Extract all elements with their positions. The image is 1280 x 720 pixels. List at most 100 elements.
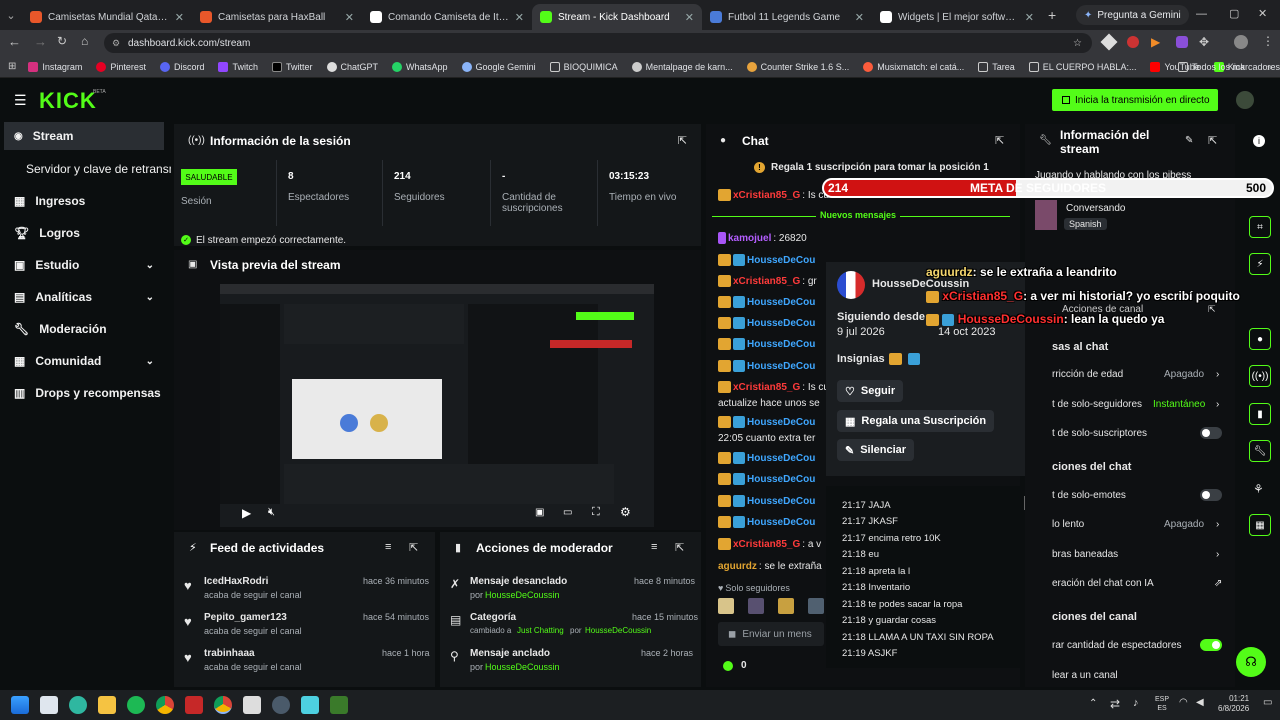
popout-icon[interactable]: ⇱ [995,134,1004,147]
tab-comando-italia[interactable]: Comando Camiseta de Italia | H✕ [362,4,532,30]
rail-button-screenshot[interactable]: ⌗ [1249,216,1271,238]
bookmark-instagram[interactable]: Instagram [28,61,82,72]
bookmark-bioquimica[interactable]: BIOQUIMICA [549,61,618,72]
kick-logo[interactable]: KICK [39,88,97,114]
rail-button-lightning[interactable]: ⚡︎ [1249,253,1271,275]
maximize-icon[interactable]: ▢ [1229,7,1239,20]
bookmark-whatsapp[interactable]: WhatsApp [392,61,448,72]
setting-host-channel[interactable]: lear a un canal [1052,666,1227,684]
apps-grid-icon[interactable]: ⊞ [8,61,16,72]
viewer-count-toggle[interactable] [1200,639,1222,651]
emote-icon[interactable] [718,598,734,614]
home-icon[interactable]: ⌂ [81,34,88,48]
edge-icon[interactable] [69,696,87,714]
play-icon[interactable]: ▶ [242,506,251,520]
file-explorer-icon[interactable] [98,696,116,714]
bookmark-counter-strike[interactable]: Counter Strike 1.6 S... [746,61,849,72]
subscribers-only-toggle[interactable] [1200,427,1222,439]
profile-avatar[interactable] [1234,35,1248,49]
bookmark-twitch[interactable]: Twitch [218,61,258,72]
theater-icon[interactable]: ▭ [563,507,572,518]
edit-icon[interactable]: ✎ [1185,135,1193,146]
clock[interactable]: 01:21 6/8/2026 [1218,694,1249,714]
popout-icon[interactable]: ⇱ [678,134,687,147]
emote-icon[interactable] [748,598,764,614]
extension-icon[interactable] [1176,36,1188,48]
setting-subscribers-only[interactable]: t de solo-suscriptores [1052,424,1227,442]
emote-icon[interactable] [778,598,794,614]
hamburger-menu-icon[interactable]: ☰ [14,92,27,109]
minecraft-icon[interactable] [330,696,348,714]
bookmark-musixmatch[interactable]: Musixmatch: el catá... [863,61,964,72]
stream-video[interactable]: ▶ 🔇︎ ▣ ▭ ⛶ ⚙ [220,284,654,527]
rail-button-chat[interactable]: ● [1249,328,1271,350]
tab-list-chevron-icon[interactable]: ⌄ [0,9,22,22]
close-icon[interactable]: ✕ [1025,11,1034,24]
bookmark-pinterest[interactable]: Pinterest [96,61,146,72]
bookmark-cuerpo-habla[interactable]: EL CUERPO HABLA:... [1028,61,1136,72]
volume-muted-icon[interactable]: 🔇︎ [268,506,275,519]
gift-sub-button[interactable]: ▦ Regala una Suscripción [837,410,995,432]
chrome-active-icon[interactable] [214,696,232,714]
rail-button-clipboard[interactable]: ▮ [1249,403,1271,425]
settings-gear-icon[interactable]: ⚙ [620,505,631,519]
close-window-icon[interactable]: ✕ [1258,7,1267,20]
setting-show-viewer-count[interactable]: rar cantidad de espectadores [1052,636,1227,654]
setting-emotes-only[interactable]: t de solo-emotes [1052,486,1227,504]
avatar[interactable] [837,271,865,299]
tray-sync-icon[interactable]: ⇄ [1110,697,1120,711]
pinned-message[interactable]: ! Regala 1 suscripción para tomar la pos… [754,162,989,173]
wifi-icon[interactable]: ◠ [1179,697,1188,708]
menu-dots-icon[interactable]: ⋮ [1262,34,1274,48]
tab-kick-dashboard[interactable]: Stream - Kick Dashboard ✕ [532,4,702,30]
chrome-icon[interactable] [156,696,174,714]
back-icon[interactable]: ← [8,34,21,49]
filter-icon[interactable]: ≡ [385,541,391,553]
mute-button[interactable]: ✎ Silenciar [837,439,915,461]
close-icon[interactable]: ✕ [855,11,864,24]
sidebar-item-ingresos[interactable]: ▦ Ingresos [4,187,164,215]
bookmark-star-icon[interactable]: ☆ [1073,38,1082,49]
pip-icon[interactable]: ▣ [535,507,544,518]
notification-icon[interactable]: ▭ [1263,697,1272,708]
help-button[interactable]: ☊ [1236,647,1266,677]
close-icon[interactable]: ✕ [515,11,524,24]
close-icon[interactable]: ✕ [175,11,184,24]
all-bookmarks[interactable]: Todos los marcadores [1178,61,1280,72]
bookmark-tarea[interactable]: Tarea [978,61,1015,72]
extension-icon[interactable] [1100,33,1118,51]
rail-button-gift[interactable]: ▦ [1249,514,1271,536]
app-red-icon[interactable] [185,696,203,714]
extension-icon[interactable]: ▶ [1151,35,1160,49]
volume-icon[interactable]: ◀ [1196,697,1204,708]
popout-icon[interactable]: ⇱ [409,541,418,554]
setting-banned-words[interactable]: bras baneadas › [1052,545,1227,563]
setting-slow-mode[interactable]: lo lento Apagado › [1052,515,1227,533]
sidebar-item-logros[interactable]: 🏆︎ Logros [4,219,164,247]
settings-share-icon[interactable]: ⚘ [1253,482,1264,496]
popout-icon[interactable]: ⇱ [675,541,684,554]
extension-icon[interactable] [1127,36,1139,48]
tab-camisetas-haxball[interactable]: Camisetas para HaxBall ✕ [192,4,362,30]
follow-button[interactable]: ♡ Seguir [837,380,904,402]
popout-icon[interactable]: ⇱ [1208,134,1217,147]
info-icon[interactable]: i [1253,135,1265,147]
sidebar-item-analiticas[interactable]: ▤ Analíticas ⌄ [4,283,164,311]
minimize-icon[interactable]: — [1196,8,1207,20]
forward-icon[interactable]: → [34,34,47,49]
tray-chevron-icon[interactable]: ⌃ [1089,698,1097,709]
sidebar-item-comunidad[interactable]: ▦ Comunidad ⌄ [4,347,164,375]
setting-ai-moderation[interactable]: eración del chat con IA ⇗ [1052,574,1227,592]
task-view-icon[interactable] [40,696,58,714]
reload-icon[interactable]: ↻ [57,34,67,48]
close-icon[interactable]: ⇱ [1208,304,1216,315]
steam-icon[interactable] [272,696,290,714]
windows-start-icon[interactable] [11,696,29,714]
rail-button-broadcast[interactable]: ((•)) [1249,365,1271,387]
go-live-button[interactable]: Inicia la transmisión en directo [1052,89,1218,111]
emotes-only-toggle[interactable] [1200,489,1222,501]
sidebar-item-estudio[interactable]: ▣ Estudio ⌄ [4,251,164,279]
chat-input[interactable]: ◼ Enviar un mens [718,622,824,646]
bookmark-chatgpt[interactable]: ChatGPT [326,61,378,72]
extensions-puzzle-icon[interactable]: ✥ [1199,35,1209,49]
